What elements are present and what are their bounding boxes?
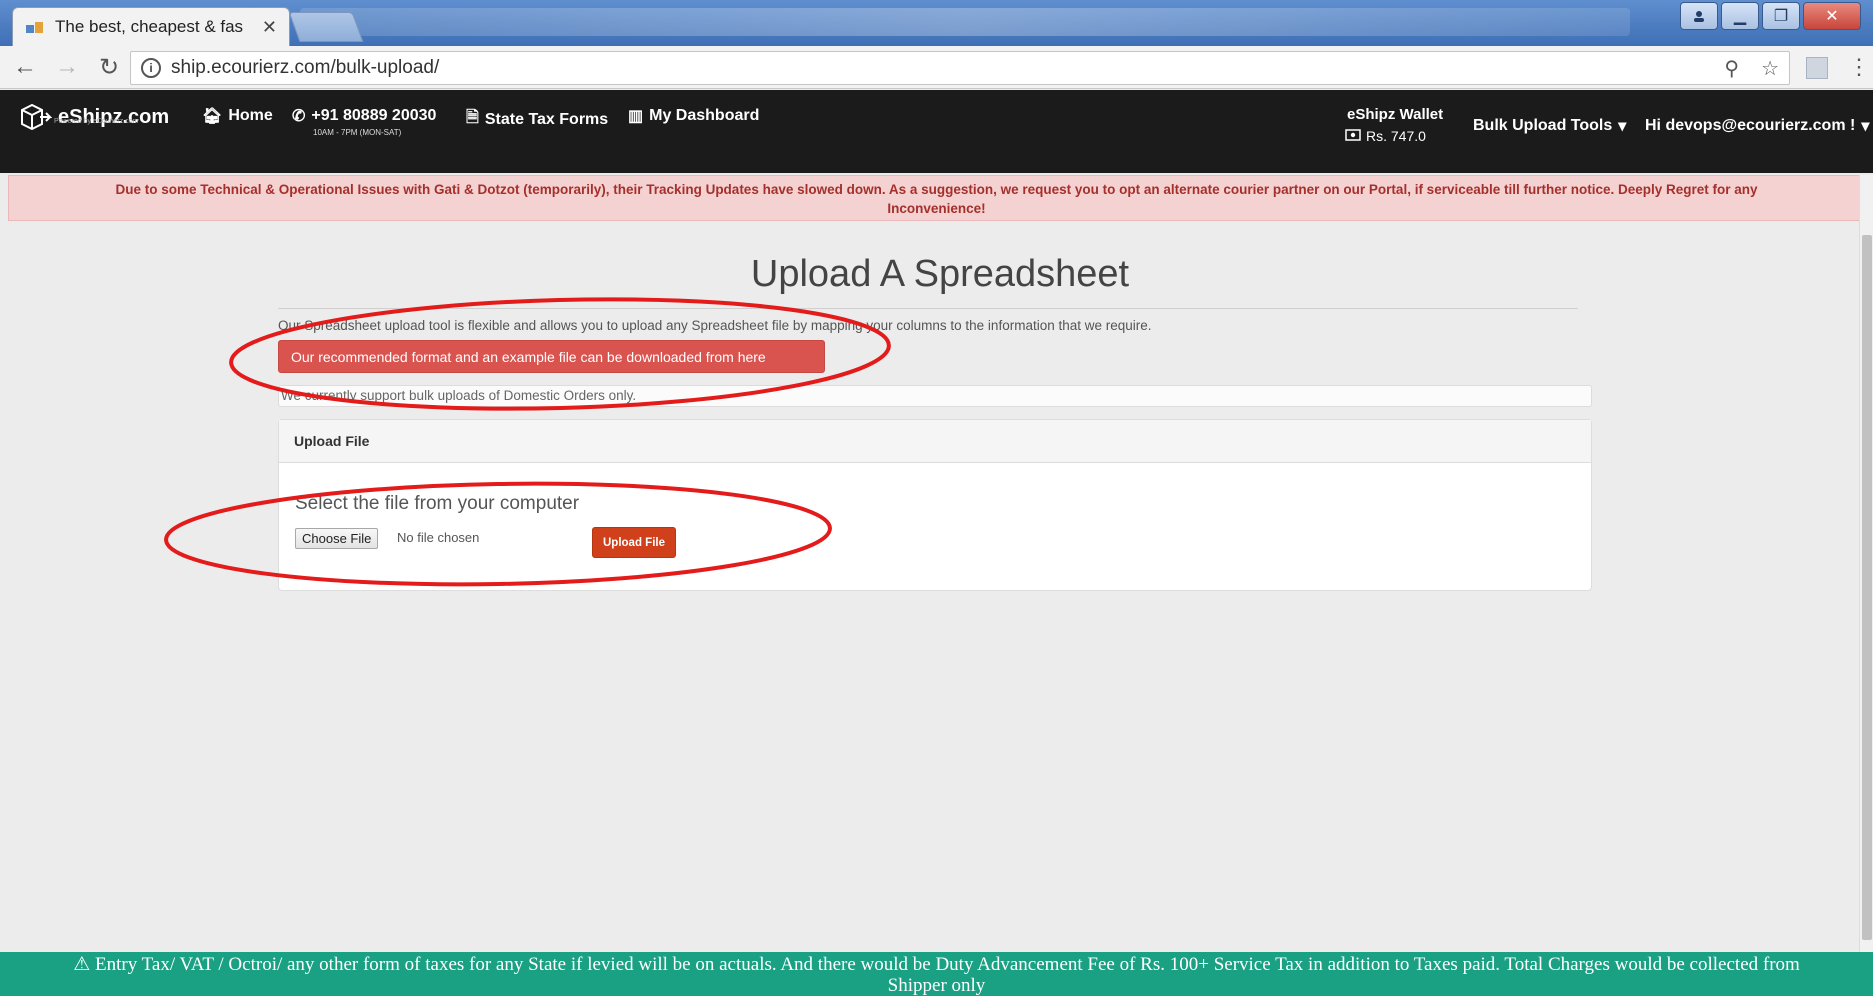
- info-icon[interactable]: i: [141, 58, 161, 78]
- nav-phone[interactable]: ✆ +91 80889 20030: [292, 106, 436, 126]
- nav-home[interactable]: 🏠︎ Home: [202, 106, 273, 126]
- logo-box-icon: [18, 100, 52, 134]
- footer-text-line2: Shipper only: [887, 975, 986, 996]
- alert-text-line1: Due to some Technical & Operational Issu…: [115, 182, 1758, 197]
- zoom-icon[interactable]: ⚲: [1724, 56, 1739, 81]
- back-icon[interactable]: ←: [8, 50, 42, 84]
- phone-hours: 10AM - 7PM (MON-SAT): [313, 128, 402, 137]
- browser-toolbar: ← → ↻ i ship.ecourierz.com/bulk-upload/ …: [0, 46, 1873, 89]
- document-icon: 🗎: [466, 109, 479, 126]
- favicon-icon: [25, 18, 45, 36]
- browser-menu-icon[interactable]: ⋮: [1848, 54, 1870, 80]
- money-icon: [1345, 128, 1361, 144]
- browser-tab[interactable]: The best, cheapest & fas ✕: [12, 7, 290, 46]
- nav-state-tax-forms[interactable]: 🗎 State Tax Forms: [466, 106, 608, 133]
- nav-my-dashboard[interactable]: ▥ My Dashboard: [628, 106, 759, 126]
- panel-heading: Upload File: [279, 420, 1591, 463]
- page-scrollbar[interactable]: [1859, 175, 1873, 952]
- site-navbar: eShipz.com Powered by eCourierz.com 🏠︎ H…: [0, 90, 1873, 173]
- scroll-thumb[interactable]: [1862, 235, 1872, 940]
- window-controls: ▁ ❐ ✕: [1680, 2, 1861, 30]
- nav-home-label: Home: [228, 107, 273, 124]
- phone-icon: ✆: [292, 108, 306, 125]
- dashboard-icon: ▥: [628, 108, 644, 125]
- minimize-icon[interactable]: ▁: [1721, 2, 1759, 30]
- site-logo[interactable]: eShipz.com: [18, 100, 169, 134]
- close-window-icon[interactable]: ✕: [1803, 2, 1861, 30]
- wallet-amount: Rs. 747.0: [1366, 128, 1426, 144]
- wallet-balance: Rs. 747.0: [1345, 128, 1426, 144]
- extension-icon[interactable]: [1806, 57, 1828, 79]
- nav-state-tax-forms-label: State Tax Forms: [484, 110, 609, 128]
- title-divider: [278, 308, 1578, 309]
- wallet-label[interactable]: eShipz Wallet: [1347, 106, 1443, 123]
- upload-file-button[interactable]: Upload File: [592, 527, 676, 558]
- tab-title: The best, cheapest & fas: [55, 17, 244, 36]
- profile-icon[interactable]: [1680, 2, 1718, 30]
- background-windows-strip: [300, 8, 1630, 36]
- nav-user-menu[interactable]: Hi devops@ecourierz.com ! ▾: [1645, 116, 1869, 136]
- support-note: We currently support bulk uploads of Dom…: [278, 385, 1592, 407]
- nav-user-greeting: Hi devops@ecourierz.com !: [1645, 117, 1856, 134]
- choose-file-button[interactable]: Choose File: [295, 528, 379, 549]
- close-tab-icon[interactable]: ✕: [262, 17, 277, 38]
- logo-subtitle: Powered by eCourierz.com: [54, 118, 139, 125]
- nav-phone-label: +91 80889 20030: [311, 107, 437, 124]
- nav-bulk-upload-tools[interactable]: Bulk Upload Tools ▾: [1473, 116, 1626, 136]
- new-tab-button[interactable]: [288, 12, 364, 42]
- address-bar[interactable]: i ship.ecourierz.com/bulk-upload/ ⚲ ☆: [130, 51, 1790, 85]
- browser-titlebar: The best, cheapest & fas ✕ ▁ ❐ ✕: [0, 0, 1873, 46]
- forward-icon[interactable]: →: [50, 50, 84, 84]
- alert-text-line2: Inconvenience!: [887, 201, 986, 216]
- url-text[interactable]: ship.ecourierz.com/bulk-upload/: [171, 57, 1702, 79]
- caret-down-icon: ▾: [1618, 118, 1627, 135]
- page-title: Upload A Spreadsheet: [750, 253, 1130, 295]
- intro-text: Our Spreadsheet upload tool is flexible …: [278, 318, 1152, 333]
- warning-icon: ⚠: [73, 954, 91, 975]
- nav-bulk-upload-tools-label: Bulk Upload Tools: [1473, 117, 1613, 134]
- nav-my-dashboard-label: My Dashboard: [649, 107, 760, 124]
- tax-footer: ⚠ Entry Tax/ VAT / Octroi/ any other for…: [0, 952, 1873, 996]
- alert-banner: Due to some Technical & Operational Issu…: [8, 175, 1865, 221]
- maximize-icon[interactable]: ❐: [1762, 2, 1800, 30]
- panel-subheading: Select the file from your computer: [295, 493, 580, 514]
- caret-down-icon: ▾: [1861, 118, 1870, 135]
- no-file-chosen-text: No file chosen: [397, 530, 480, 545]
- home-icon: 🏠︎: [202, 108, 223, 125]
- upload-file-panel: Upload File Select the file from your co…: [278, 419, 1592, 591]
- footer-text-line1: Entry Tax/ VAT / Octroi/ any other form …: [94, 954, 1800, 975]
- bookmark-star-icon[interactable]: ☆: [1761, 56, 1779, 81]
- reload-icon[interactable]: ↻: [92, 50, 126, 84]
- download-format-button[interactable]: Our recommended format and an example fi…: [278, 340, 825, 373]
